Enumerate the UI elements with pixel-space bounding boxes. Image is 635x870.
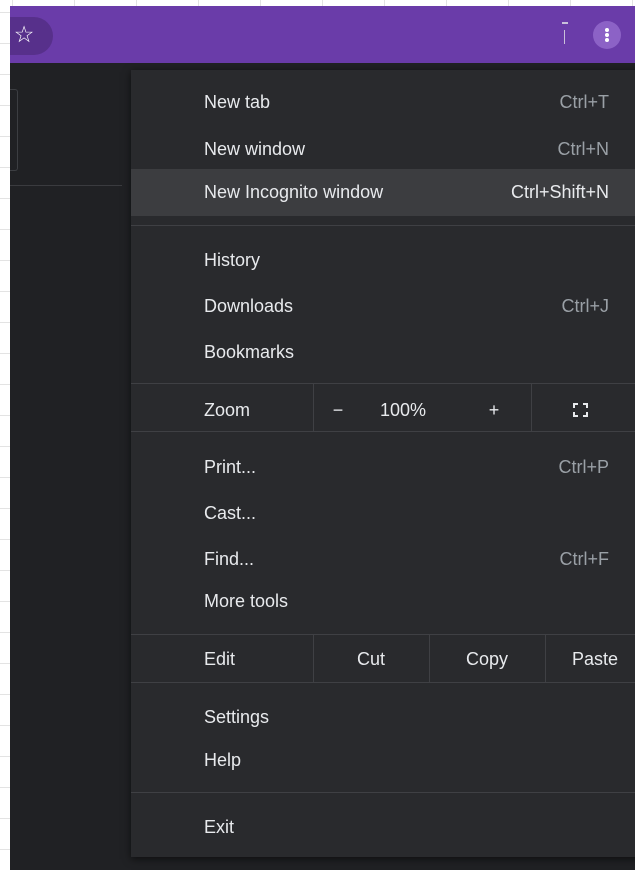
edit-separator — [545, 634, 546, 682]
zoom-in-button[interactable]: + — [474, 387, 514, 434]
menu-item-new-tab[interactable]: New tab Ctrl+T — [131, 79, 635, 126]
chrome-app-menu: New tab Ctrl+T New window Ctrl+N New Inc… — [131, 70, 635, 857]
browser-window: ☆ New tab Ctrl+T New window Ctrl+N New I… — [10, 6, 635, 870]
menu-separator — [131, 431, 635, 432]
page-divider — [10, 185, 122, 186]
menu-item-settings[interactable]: Settings — [131, 694, 635, 741]
paste-button[interactable]: Paste — [545, 636, 635, 683]
menu-separator — [131, 634, 635, 635]
edit-label: Edit — [204, 649, 236, 669]
menu-item-shortcut: Ctrl+N — [557, 139, 609, 159]
menu-separator — [131, 383, 635, 384]
menu-item-label: Find... — [204, 549, 255, 569]
menu-separator — [131, 682, 635, 683]
menu-separator — [131, 792, 635, 793]
zoom-separator — [313, 383, 314, 431]
star-icon[interactable]: ☆ — [10, 21, 38, 49]
menu-item-find[interactable]: Find... Ctrl+F — [131, 536, 635, 583]
browser-toolbar: ☆ — [10, 6, 635, 63]
menu-item-label: New tab — [204, 92, 271, 112]
copy-button[interactable]: Copy — [429, 636, 545, 683]
menu-item-new-incognito-window[interactable]: New Incognito window Ctrl+Shift+N — [131, 169, 635, 216]
zoom-separator — [531, 383, 532, 431]
menu-item-label: History — [204, 250, 261, 270]
fullscreen-icon[interactable] — [573, 403, 588, 417]
menu-item-label: Cast... — [204, 503, 257, 523]
menu-item-label: Settings — [204, 707, 270, 727]
menu-item-label: Print... — [204, 457, 257, 477]
cut-button[interactable]: Cut — [313, 636, 429, 683]
menu-item-help[interactable]: Help — [131, 737, 635, 784]
menu-item-shortcut: Ctrl+F — [559, 549, 610, 569]
menu-item-shortcut: Ctrl+J — [561, 296, 609, 316]
zoom-label: Zoom — [204, 400, 251, 420]
menu-item-label: More tools — [204, 591, 289, 611]
menu-item-history[interactable]: History — [131, 237, 635, 284]
menu-item-shortcut: Ctrl+P — [558, 457, 609, 477]
menu-item-new-window[interactable]: New window Ctrl+N — [131, 126, 635, 173]
menu-item-downloads[interactable]: Downloads Ctrl+J — [131, 283, 635, 330]
edit-row: Edit Cut Copy Paste — [131, 636, 635, 683]
three-dots-vertical-icon[interactable] — [593, 21, 621, 49]
menu-item-cast[interactable]: Cast... — [131, 490, 635, 537]
menu-item-shortcut: Ctrl+T — [559, 92, 610, 112]
edit-separator — [313, 634, 314, 682]
menu-item-exit[interactable]: Exit — [131, 804, 635, 851]
extension-icon[interactable] — [560, 20, 568, 50]
menu-item-label: Exit — [204, 817, 235, 837]
edit-separator — [429, 634, 430, 682]
menu-item-label: New Incognito window — [204, 182, 384, 202]
menu-item-print[interactable]: Print... Ctrl+P — [131, 444, 635, 491]
menu-item-label: Bookmarks — [204, 342, 295, 362]
menu-item-label: Help — [204, 750, 242, 770]
zoom-out-button[interactable]: − — [313, 387, 363, 434]
menu-item-shortcut: Ctrl+Shift+N — [510, 182, 609, 202]
menu-item-label: Downloads — [204, 296, 294, 316]
page-content-edge — [10, 89, 18, 171]
zoom-row: Zoom − 100% + — [131, 387, 635, 434]
menu-item-bookmarks[interactable]: Bookmarks — [131, 329, 635, 376]
zoom-level: 100% — [379, 400, 427, 420]
menu-item-label: New window — [204, 139, 306, 159]
menu-item-more-tools[interactable]: More tools — [131, 578, 635, 625]
menu-separator — [131, 225, 635, 226]
